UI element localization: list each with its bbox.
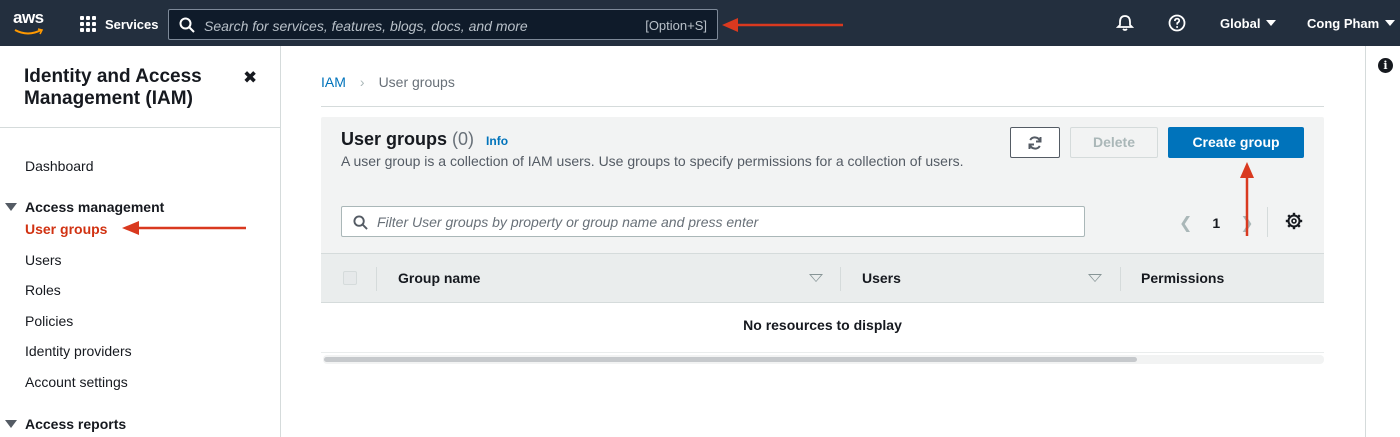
delete-button[interactable]: Delete [1070,127,1158,158]
page-description: A user group is a collection of IAM user… [341,153,964,169]
sidebar-item-user-groups[interactable]: User groups [25,221,107,237]
region-label: Global [1220,15,1261,31]
sidebar-item-roles[interactable]: Roles [25,282,61,298]
group-count: (0) [452,129,475,149]
page-title: User groups (0) Info [341,129,508,150]
caret-down-icon [5,203,17,211]
grid-icon [80,16,96,32]
help-panel-rail: i [1365,46,1400,437]
column-header-users[interactable]: Users [862,270,901,286]
search-placeholder: Search for services, features, blogs, do… [204,18,528,34]
account-menu[interactable]: Cong Pham [1307,0,1396,46]
region-selector[interactable]: Global [1220,0,1277,46]
services-menu-button[interactable]: Services [80,14,159,34]
caret-down-icon [5,420,17,428]
horizontal-scrollbar[interactable] [323,355,1324,364]
search-icon [353,215,368,230]
filter-placeholder: Filter User groups by property or group … [377,214,759,230]
scrollbar-thumb[interactable] [324,357,1137,362]
chevron-down-icon [1385,20,1396,26]
info-link[interactable]: Info [486,134,508,148]
next-page-icon[interactable]: ❯ [1240,213,1253,233]
user-label: Cong Pham [1307,15,1380,31]
search-shortcut: [Option+S] [645,18,707,33]
table-header-panel: User groups (0) Info A user group is a c… [321,117,1324,253]
column-header-permissions[interactable]: Permissions [1141,270,1224,286]
page-number[interactable]: 1 [1212,215,1220,231]
select-all-checkbox[interactable] [343,271,357,285]
global-search-input[interactable]: Search for services, features, blogs, do… [168,9,718,40]
user-groups-table-container: User groups (0) Info A user group is a c… [321,117,1324,367]
table-column-headers: Group name Users Permissions [321,253,1324,303]
close-icon[interactable]: ✖ [243,68,257,88]
chevron-down-icon [1266,20,1277,26]
info-icon[interactable]: i [1378,58,1393,73]
empty-state-message: No resources to display [743,317,902,333]
column-separator [840,267,841,291]
services-label: Services [105,16,159,32]
column-separator [1120,267,1121,291]
sidebar-divider [0,127,281,128]
chevron-right-icon: › [359,74,365,90]
breadcrumb-current: User groups [378,74,455,90]
column-separator [376,267,377,291]
help-icon [1168,14,1186,32]
search-icon [179,17,195,33]
column-header-group-name[interactable]: Group name [398,270,480,286]
gear-icon[interactable] [1285,212,1303,230]
pager-divider [1267,207,1268,237]
title-text: User groups [341,129,448,149]
notifications-button[interactable] [1116,0,1134,46]
refresh-icon [1028,136,1042,150]
section-label: Access management [25,199,165,215]
create-group-button[interactable]: Create group [1168,127,1304,158]
sidebar-title: Identity and Access Management (IAM) [24,66,202,109]
filter-input[interactable]: Filter User groups by property or group … [341,206,1085,237]
breadcrumb-iam-link[interactable]: IAM [321,74,346,90]
sidebar-item-users[interactable]: Users [25,252,62,268]
aws-smile-icon [14,28,44,35]
bell-icon [1116,15,1134,31]
aws-logo[interactable]: aws [12,8,48,38]
sidebar-item-identity-providers[interactable]: Identity providers [25,343,132,359]
sidebar-section-access-reports[interactable]: Access reports [5,416,126,432]
help-button[interactable] [1168,0,1186,46]
breadcrumb: IAM › User groups [321,74,455,90]
side-navigation: Identity and Access Management (IAM) ✖ D… [0,46,281,437]
table-bottom-rule [321,352,1324,353]
previous-page-icon[interactable]: ❮ [1179,213,1192,233]
aws-logo-text: aws [13,8,44,27]
section-label: Access reports [25,416,127,432]
sidebar-item-dashboard[interactable]: Dashboard [25,158,94,174]
breadcrumb-divider [321,106,1324,107]
top-navigation-bar: aws Services Search for services, featur… [0,0,1400,46]
pagination: ❮ 1 ❯ [1179,213,1254,233]
refresh-button[interactable] [1010,127,1060,158]
sort-icon[interactable] [809,274,823,282]
sort-icon[interactable] [1088,274,1102,282]
sidebar-section-access-management[interactable]: Access management [5,199,164,215]
sidebar-item-policies[interactable]: Policies [25,313,73,329]
sidebar-item-account-settings[interactable]: Account settings [25,374,128,390]
